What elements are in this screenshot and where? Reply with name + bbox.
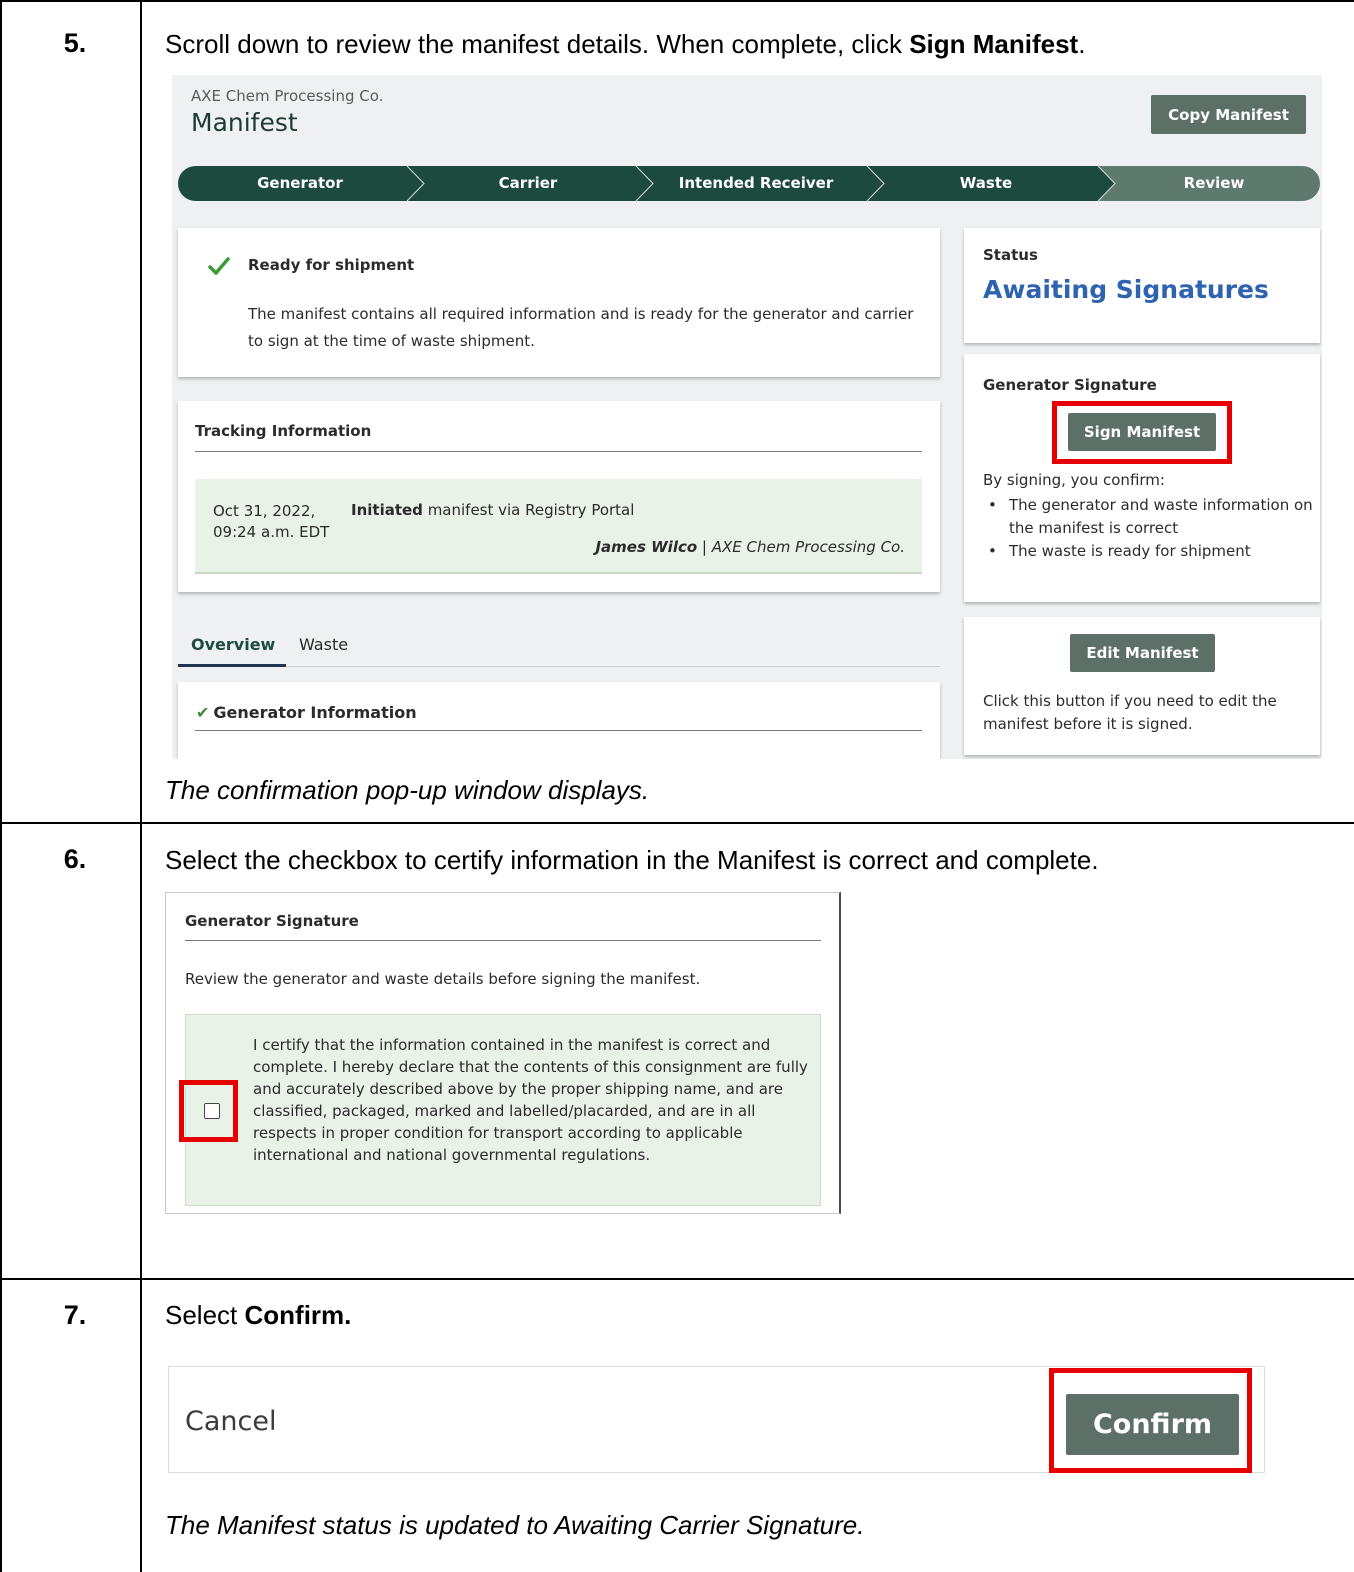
tracking-user: James Wilco | AXE Chem Processing Co. bbox=[595, 538, 905, 556]
tracking-org: AXE Chem Processing Co. bbox=[711, 538, 905, 556]
tracking-information-card: Tracking Information Oct 31, 2022, 09:24… bbox=[178, 401, 940, 592]
generator-information-title: ✔ Generator Information bbox=[196, 703, 417, 722]
ready-title: Ready for shipment bbox=[248, 256, 415, 274]
step-result: The confirmation pop-up window displays. bbox=[165, 775, 650, 805]
tracking-action-text: manifest via Registry Portal bbox=[422, 501, 635, 519]
instruction-emphasis: Sign Manifest bbox=[909, 29, 1079, 59]
signing-intro: By signing, you confirm: bbox=[983, 471, 1165, 489]
step-result: The Manifest status is updated to Awaiti… bbox=[165, 1510, 865, 1540]
instruction-emphasis: Confirm. bbox=[244, 1300, 352, 1330]
progress-stepper: Generator Carrier Intended Receiver Wast… bbox=[178, 166, 1320, 201]
table-column-divider bbox=[140, 0, 142, 1572]
ready-for-shipment-card: Ready for shipment The manifest contains… bbox=[178, 228, 940, 377]
highlight-box bbox=[179, 1080, 238, 1142]
certification-box: I certify that the information contained… bbox=[179, 1014, 821, 1206]
stepper-item-intended-receiver[interactable]: Intended Receiver bbox=[656, 166, 856, 201]
edit-manifest-card: Edit Manifest Click this button if you n… bbox=[964, 617, 1320, 755]
table-row-divider bbox=[0, 1278, 1354, 1280]
generator-signature-card: Generator Signature Sign Manifest By sig… bbox=[964, 354, 1320, 602]
highlight-box bbox=[1049, 1368, 1252, 1473]
ready-description: The manifest contains all required infor… bbox=[248, 305, 914, 350]
active-tab-indicator bbox=[178, 664, 286, 667]
tracking-separator: | bbox=[697, 538, 712, 556]
step-instruction: Select the checkbox to certify informati… bbox=[165, 845, 1099, 875]
divider bbox=[195, 730, 922, 731]
list-item: The generator and waste information on t… bbox=[983, 494, 1313, 540]
review-instructions: Review the generator and waste details b… bbox=[185, 970, 701, 988]
tracking-title: Tracking Information bbox=[195, 422, 372, 440]
stepper-item-waste[interactable]: Waste bbox=[886, 166, 1086, 201]
divider bbox=[185, 940, 821, 941]
step-instruction: Scroll down to review the manifest detai… bbox=[165, 29, 1085, 60]
tracking-timestamp: Oct 31, 2022, 09:24 a.m. EDT bbox=[213, 501, 329, 543]
table-border-top bbox=[0, 0, 1354, 2]
step-number: 6. bbox=[63, 844, 87, 874]
signing-confirmations: The generator and waste information on t… bbox=[983, 494, 1313, 563]
stepper-item-carrier[interactable]: Carrier bbox=[428, 166, 628, 201]
instruction-text: Scroll down to review the manifest detai… bbox=[165, 29, 910, 59]
generator-signature-popup: Generator Signature Review the generator… bbox=[165, 892, 841, 1214]
check-icon bbox=[208, 257, 230, 275]
status-value: Awaiting Signatures bbox=[983, 275, 1269, 304]
check-icon: ✔ bbox=[196, 703, 210, 722]
tracking-action: Initiated manifest via Registry Portal bbox=[351, 501, 634, 519]
generator-information-card: ✔ Generator Information bbox=[178, 682, 940, 759]
table-border-left bbox=[0, 0, 2, 1572]
tracking-time: 09:24 a.m. EDT bbox=[213, 523, 330, 541]
tracking-action-verb: Initiated bbox=[351, 501, 423, 519]
table-row-divider bbox=[0, 822, 1354, 824]
cancel-button[interactable]: Cancel bbox=[185, 1406, 276, 1437]
edit-manifest-button[interactable]: Edit Manifest bbox=[1070, 634, 1215, 672]
stepper-item-generator[interactable]: Generator bbox=[200, 166, 400, 201]
copy-manifest-button[interactable]: Copy Manifest bbox=[1151, 95, 1306, 134]
highlight-box bbox=[1052, 401, 1232, 464]
tracking-entry: Oct 31, 2022, 09:24 a.m. EDT Initiated m… bbox=[195, 479, 922, 574]
tracking-date: Oct 31, 2022, bbox=[213, 502, 316, 520]
status-label: Status bbox=[983, 246, 1038, 264]
confirm-bar: Cancel Confirm bbox=[168, 1366, 1265, 1473]
popup-title: Generator Signature bbox=[185, 912, 359, 930]
edit-manifest-note: Click this button if you need to edit th… bbox=[983, 692, 1277, 733]
tab-bar: Overview Waste bbox=[178, 631, 940, 667]
page-title: Manifest bbox=[191, 108, 298, 137]
divider bbox=[195, 451, 922, 452]
step-instruction: Select Confirm. bbox=[165, 1300, 351, 1331]
tracking-user-name: James Wilco bbox=[595, 538, 698, 556]
stepper-item-review[interactable]: Review bbox=[1114, 166, 1314, 201]
step-number: 7. bbox=[63, 1300, 87, 1330]
generator-signature-label: Generator Signature bbox=[983, 376, 1157, 394]
instruction-text: . bbox=[1078, 29, 1086, 59]
certification-text: I certify that the information contained… bbox=[253, 1036, 808, 1164]
manifest-screenshot: AXE Chem Processing Co. Manifest Copy Ma… bbox=[172, 75, 1322, 759]
instruction-text: Select bbox=[165, 1300, 245, 1330]
tab-waste[interactable]: Waste bbox=[299, 635, 348, 654]
status-card: Status Awaiting Signatures bbox=[964, 228, 1320, 343]
company-name: AXE Chem Processing Co. bbox=[191, 87, 384, 105]
list-item: The waste is ready for shipment bbox=[983, 540, 1313, 563]
generator-information-label: Generator Information bbox=[213, 703, 417, 722]
step-number: 5. bbox=[63, 28, 87, 58]
tab-overview[interactable]: Overview bbox=[191, 635, 275, 654]
